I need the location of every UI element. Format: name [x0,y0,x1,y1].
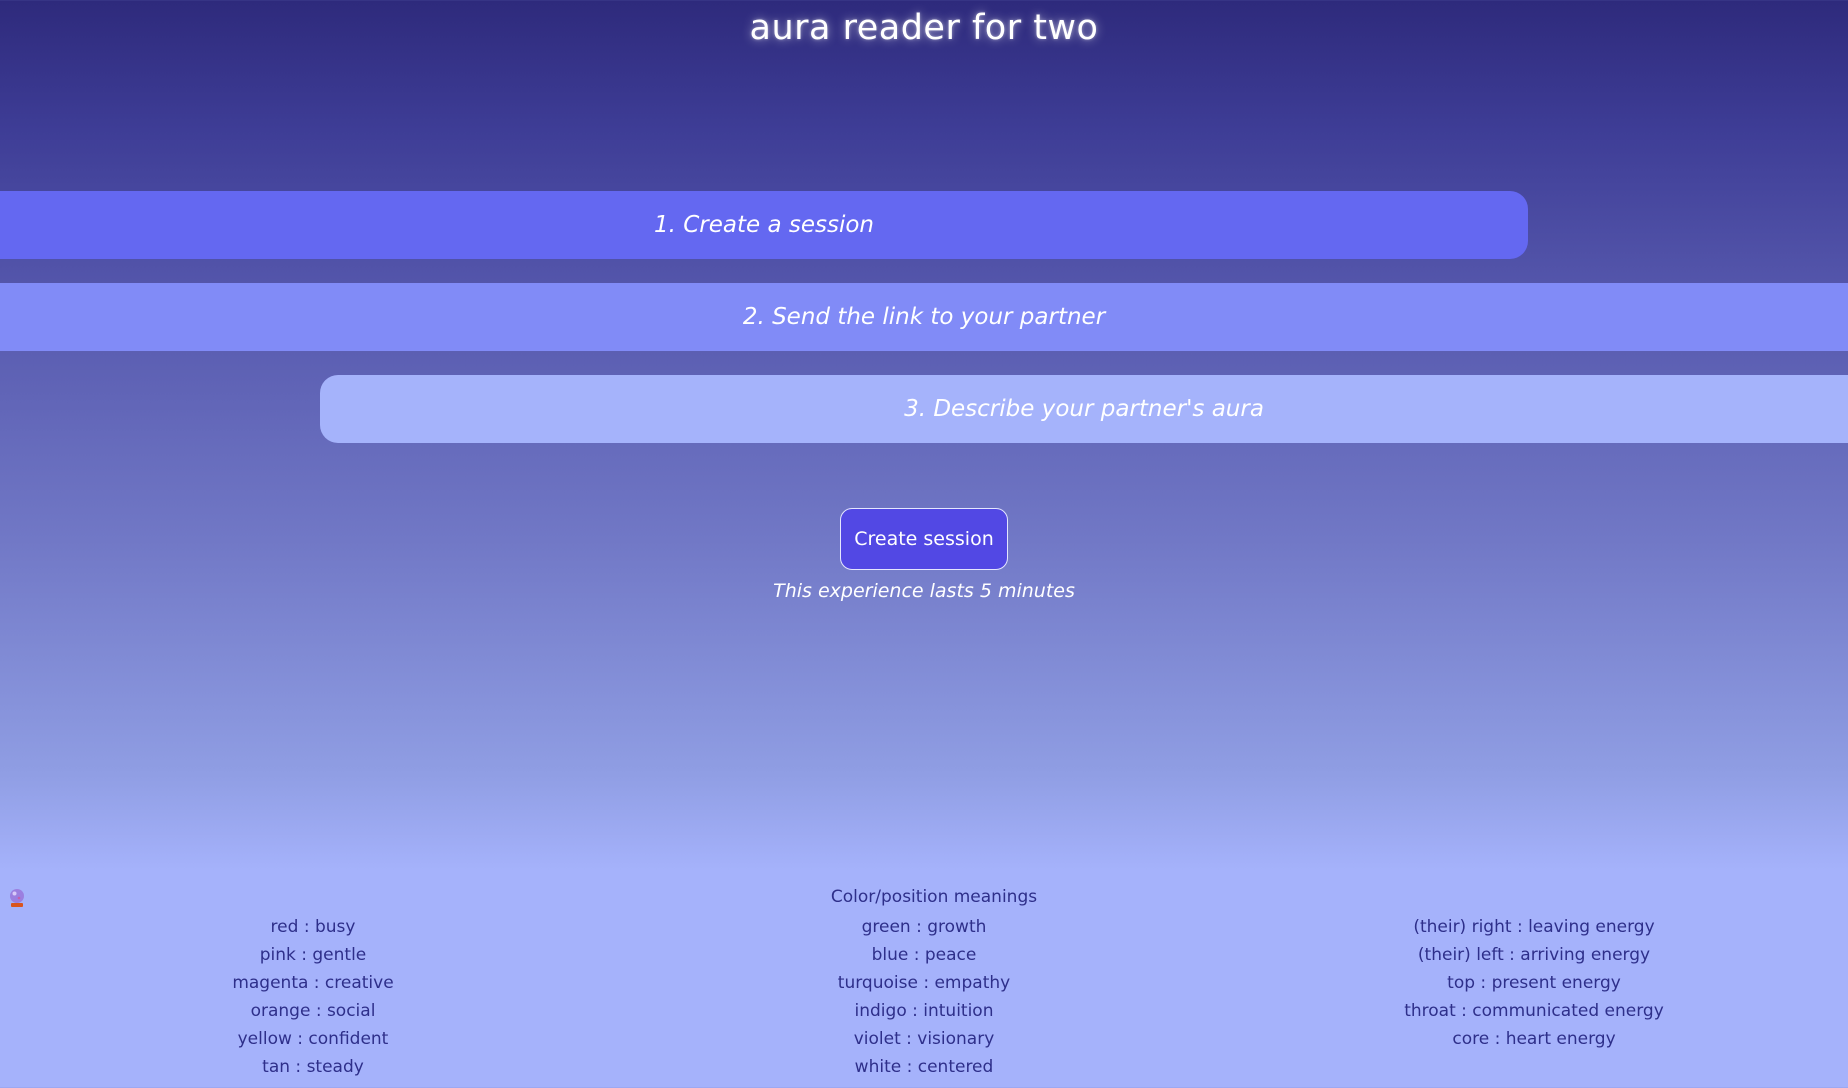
legend-item: core : heart energy [1452,1029,1616,1049]
step-describe-aura: 3. Describe your partner's aura [320,375,1848,443]
legend-item: indigo : intuition [854,1001,994,1021]
legend-item: turquoise : empathy [837,973,1011,993]
legend-item: red : busy [270,917,356,937]
duration-note: This experience lasts 5 minutes [773,580,1075,602]
legend-item: tan : steady [262,1057,364,1077]
step-create-session: 1. Create a session [0,191,1528,259]
step-send-link: 2. Send the link to your partner [0,283,1848,351]
legend-item: top : present energy [1447,973,1621,993]
legend-color-list-warm: red : busy pink : gentle magenta : creat… [113,913,513,1081]
step-label: 1. Create a session [653,212,875,238]
legend-item: violet : visionary [853,1029,995,1049]
legend-position-list: (their) right : leaving energy (their) l… [1334,913,1734,1053]
legend-heading: Color/position meanings [830,887,1038,907]
step-label: 2. Send the link to your partner [742,304,1106,330]
create-session-button[interactable]: Create session [840,508,1008,570]
page-title: aura reader for two [749,8,1099,48]
legend-item: green : growth [861,917,987,937]
legend-item: blue : peace [871,945,977,965]
legend-item: white : centered [854,1057,994,1077]
legend-item: magenta : creative [232,973,394,993]
legend-item: pink : gentle [259,945,367,965]
legend-item: (their) left : arriving energy [1417,945,1651,965]
step-label: 3. Describe your partner's aura [904,396,1264,422]
legend-item: (their) right : leaving energy [1413,917,1655,937]
legend-item: throat : communicated energy [1404,1001,1664,1021]
legend-item: orange : social [250,1001,376,1021]
legend-item: yellow : confident [237,1029,389,1049]
legend-color-list-cool: green : growth blue : peace turquoise : … [724,913,1124,1081]
